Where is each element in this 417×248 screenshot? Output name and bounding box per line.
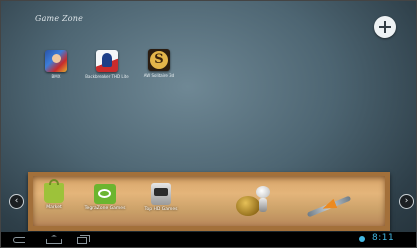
backbreaker-icon <box>96 50 118 72</box>
app-label: BMX <box>51 74 61 79</box>
tray-item-top-hd-games[interactable]: Top HD Games <box>138 183 184 212</box>
back-icon[interactable] <box>13 235 29 245</box>
market-bag-icon <box>44 179 64 203</box>
bmx-game-icon <box>45 50 67 72</box>
app-bmx[interactable]: BMX <box>33 50 79 79</box>
scroll-right-button[interactable]: › <box>399 194 414 209</box>
tray-item-label: Market <box>46 205 62 210</box>
clock[interactable]: 8:11 <box>372 233 394 243</box>
tegrazone-icon <box>94 184 116 204</box>
tray-item-label: Top HD Games <box>144 207 178 212</box>
recent-apps-icon[interactable] <box>77 235 91 245</box>
app-label: Backbreaker THD Lite <box>85 74 129 79</box>
tray-item-market[interactable]: Market <box>36 179 72 210</box>
app-aw-solitaire[interactable]: AW Solitaire 3d <box>136 49 182 78</box>
top-hd-games-icon <box>151 183 171 205</box>
app-label: AW Solitaire 3d <box>143 73 175 78</box>
notification-icon[interactable] <box>359 236 365 242</box>
tray-item-tegrazone[interactable]: TegraZone Games <box>78 184 132 211</box>
add-button[interactable] <box>374 16 396 38</box>
scroll-left-button[interactable]: ‹ <box>9 194 24 209</box>
app-backbreaker[interactable]: Backbreaker THD Lite <box>84 50 130 79</box>
folder-title: Game Zone <box>35 14 84 23</box>
solitaire-icon <box>148 49 170 71</box>
tray-item-label: TegraZone Games <box>84 206 126 211</box>
home-icon[interactable] <box>45 235 63 245</box>
spaceship-icon <box>306 200 352 214</box>
system-bar: 8:11 <box>0 232 417 248</box>
home-screen: Game Zone BMX Backbreaker THD Lite AW So… <box>0 0 417 248</box>
robot-figure-icon <box>254 186 270 214</box>
